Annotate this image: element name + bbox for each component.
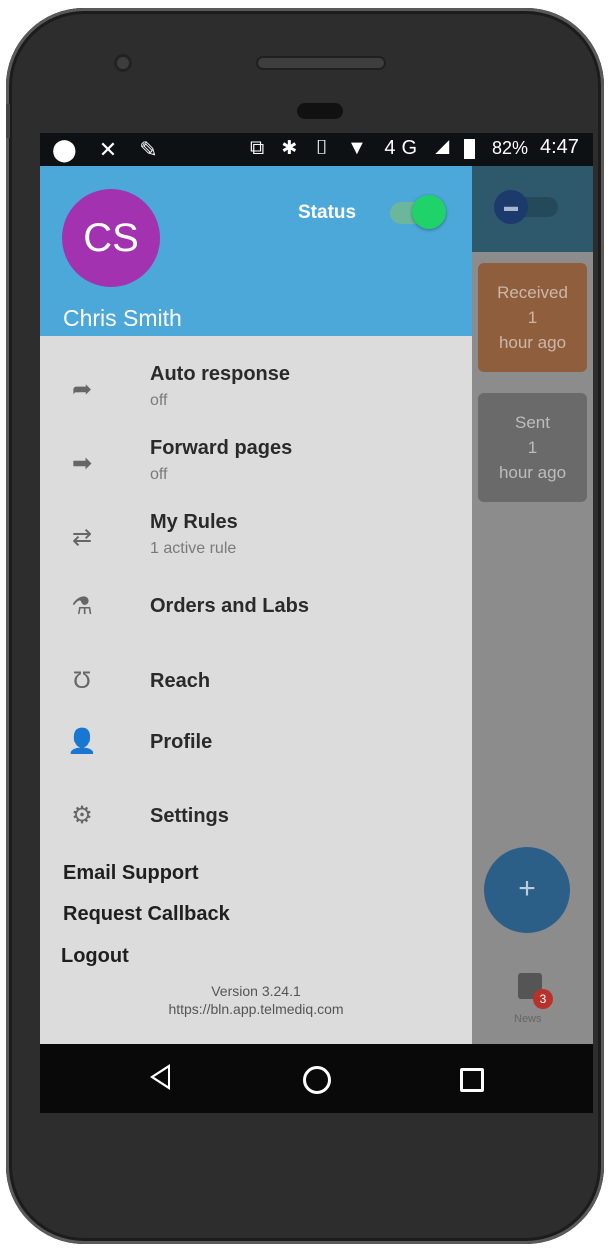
version-text: Version 3.24.1: [211, 983, 301, 999]
server-url: https://bln.app.telmediq.com: [168, 1001, 344, 1017]
news-label: News: [514, 1013, 542, 1025]
menu-item-profile[interactable]: 👤 Profile: [40, 720, 472, 770]
menu-item-settings[interactable]: ⚙ Settings: [40, 794, 472, 844]
received-time: hour ago: [498, 333, 567, 352]
news-badge: 3: [533, 989, 553, 1009]
sent-count: 1: [527, 438, 538, 457]
menu-item-title: My Rules: [150, 511, 238, 533]
menu-item-title: Forward pages: [150, 437, 293, 459]
reply-icon: ➦: [71, 376, 93, 403]
menu-item-my-rules[interactable]: ⇄ My Rules 1 active rule: [40, 509, 472, 569]
screen: ⬤ ✕ ✎ ⧉ ✱ ▯ ▼ 4G ◢ 82% 4:47 ▬ Received 1…: [40, 133, 593, 1113]
flask-icon: ⚗: [71, 593, 93, 620]
app-header: ▬: [470, 166, 593, 252]
status-switch-knob: [412, 195, 446, 229]
status-switch[interactable]: [390, 195, 446, 229]
proximity-sensor: [297, 103, 343, 119]
email-support-link[interactable]: Email Support: [63, 862, 199, 885]
sent-card[interactable]: Sent 1 hour ago: [478, 393, 587, 502]
app-status-toggle[interactable]: ▬: [494, 190, 558, 224]
received-label: Received: [497, 283, 568, 302]
status-bar: ⬤ ✕ ✎ ⧉ ✱ ▯ ▼ 4G ◢ 82% 4:47: [40, 133, 593, 166]
gear-icon: ⚙: [71, 802, 93, 829]
menu-item-title: Reach: [150, 670, 211, 692]
menu-item-subtitle: 1 active rule: [150, 540, 237, 557]
message-icon: ▬: [494, 190, 528, 224]
menu-item-orders-and-labs[interactable]: ⚗ Orders and Labs: [40, 584, 472, 634]
menu-item-title: Profile: [150, 731, 213, 753]
menu-item-forward-pages[interactable]: ➡ Forward pages off: [40, 435, 472, 495]
menu-item-subtitle: off: [150, 392, 168, 409]
navigation-drawer: CS Status Chris Smith ➦ Auto response of…: [40, 166, 472, 1044]
sent-label: Sent: [515, 413, 550, 432]
menu-item-title: Orders and Labs: [150, 595, 309, 617]
back-icon[interactable]: [150, 1064, 170, 1090]
front-camera: [114, 54, 132, 72]
stethoscope-icon: Ʊ: [73, 667, 91, 694]
system-navigation-bar: [40, 1044, 593, 1113]
drawer-header: CS Status Chris Smith: [40, 166, 472, 336]
menu-item-reach[interactable]: Ʊ Reach: [40, 659, 472, 709]
forward-arrow-icon: ➡: [71, 450, 93, 477]
battery-percent: 82%: [492, 138, 529, 158]
notification-icons: ⬤ ✕ ✎: [52, 137, 166, 162]
recent-apps-icon[interactable]: [460, 1068, 484, 1092]
menu-item-title: Auto response: [150, 363, 291, 385]
person-icon: 👤: [67, 728, 97, 755]
home-icon[interactable]: [303, 1066, 331, 1094]
earpiece-speaker: [256, 56, 386, 70]
request-callback-link[interactable]: Request Callback: [63, 903, 230, 926]
received-count: 1: [527, 308, 538, 327]
battery-icon: [464, 139, 475, 159]
menu-item-title: Settings: [150, 805, 229, 827]
menu-item-auto-response[interactable]: ➦ Auto response off: [40, 361, 472, 421]
received-card[interactable]: Received 1 hour ago: [478, 263, 587, 372]
sent-time: hour ago: [498, 463, 567, 482]
system-status-icons: ⧉ ✱ ▯ ▼ 4G ◢: [250, 137, 456, 159]
user-name: Chris Smith: [63, 305, 182, 331]
compose-fab-button[interactable]: +: [484, 847, 570, 933]
background-app: ▬ Received 1 hour ago Sent 1 hour ago + …: [470, 166, 593, 1044]
avatar[interactable]: CS: [62, 189, 160, 287]
side-button: [6, 104, 10, 138]
logout-link[interactable]: Logout: [61, 945, 129, 968]
swap-arrows-icon: ⇄: [71, 524, 93, 551]
menu-item-subtitle: off: [150, 466, 168, 483]
status-label: Status: [298, 202, 357, 223]
clock: 4:47: [540, 136, 579, 158]
